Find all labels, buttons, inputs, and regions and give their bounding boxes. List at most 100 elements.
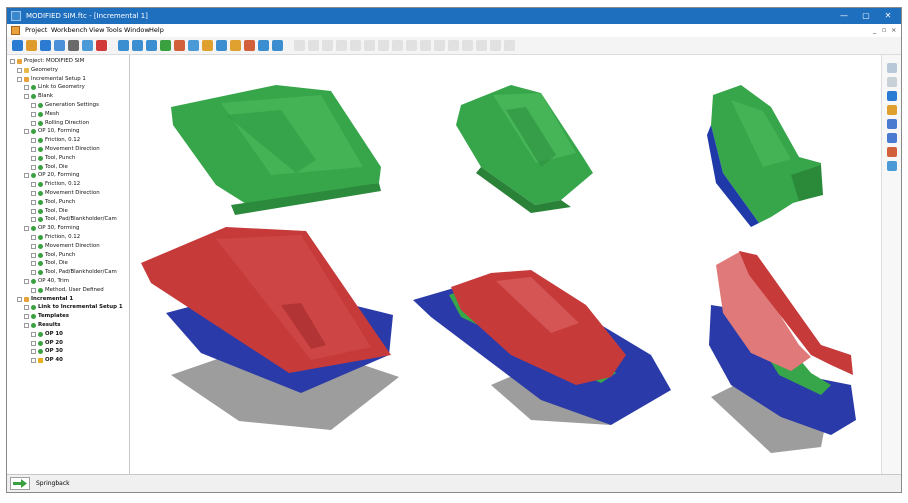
disabled-tool-icon[interactable] <box>490 40 501 51</box>
tree-expander-icon[interactable] <box>31 331 36 337</box>
menu-tools[interactable]: Tools <box>106 24 122 37</box>
tree-expander-icon[interactable] <box>31 111 36 117</box>
tree-expander-icon[interactable] <box>24 323 29 328</box>
axes-icon[interactable] <box>887 119 897 129</box>
tree-expander-icon[interactable] <box>17 76 22 82</box>
tree-expander-icon[interactable] <box>31 103 36 108</box>
help-icon[interactable] <box>96 40 107 51</box>
tree-expander-icon[interactable] <box>31 349 36 355</box>
disabled-tool-icon[interactable] <box>406 40 417 51</box>
status-dot-icon <box>38 252 43 258</box>
tree-expander-icon[interactable] <box>24 314 29 320</box>
maximize-button[interactable]: ▢ <box>855 8 877 24</box>
filter-icon[interactable] <box>272 40 283 51</box>
tree-expander-icon[interactable] <box>31 340 36 346</box>
disabled-tool-icon[interactable] <box>462 40 473 51</box>
tree-item-label: Movement Direction <box>45 242 100 249</box>
tree-expander-icon[interactable] <box>31 358 36 364</box>
disabled-tool-icon[interactable] <box>364 40 375 51</box>
tree-expander-icon[interactable] <box>31 252 36 258</box>
measure-icon[interactable] <box>230 40 241 51</box>
tree-expander-icon[interactable] <box>24 279 29 284</box>
tree-expander-icon[interactable] <box>31 199 36 205</box>
close-button[interactable]: ✕ <box>877 8 899 24</box>
tree-expander-icon[interactable] <box>24 305 29 311</box>
axes-alt-icon[interactable] <box>887 133 897 143</box>
tree-expander-icon[interactable] <box>17 67 22 73</box>
zoom-icon[interactable] <box>132 40 143 51</box>
zoom-box-icon[interactable] <box>146 40 157 51</box>
tree-expander-icon[interactable] <box>17 296 22 302</box>
disabled-tool-icon[interactable] <box>392 40 403 51</box>
fit-view-icon[interactable] <box>118 40 129 51</box>
cut-plane-icon[interactable] <box>188 40 199 51</box>
tree-expander-icon[interactable] <box>10 59 15 64</box>
rotate-icon[interactable] <box>160 40 171 51</box>
status-dot-icon <box>38 199 43 205</box>
compare-icon[interactable] <box>887 147 897 157</box>
search-icon[interactable] <box>258 40 269 51</box>
tree-expander-icon[interactable] <box>31 164 36 170</box>
tree-expander-icon[interactable] <box>24 94 29 100</box>
gauge-icon[interactable] <box>887 105 897 115</box>
export-icon[interactable] <box>887 161 897 171</box>
tree-expander-icon[interactable] <box>31 287 36 293</box>
tree-expander-icon[interactable] <box>24 85 29 91</box>
disabled-tool-icon[interactable] <box>448 40 459 51</box>
disabled-tool-icon[interactable] <box>378 40 389 51</box>
report-icon[interactable] <box>82 40 93 51</box>
disabled-tool-icon[interactable] <box>434 40 445 51</box>
layers-icon[interactable] <box>202 40 213 51</box>
tree-expander-icon[interactable] <box>31 182 36 188</box>
menu-view[interactable]: View <box>89 24 104 37</box>
camera-icon[interactable] <box>54 40 65 51</box>
child-restore-button[interactable]: ▫ <box>882 24 886 37</box>
viewport-3d[interactable] <box>131 55 881 474</box>
menu-workbench[interactable]: Workbench <box>51 24 87 37</box>
menu-project[interactable]: Project <box>25 24 47 37</box>
tree-expander-icon[interactable] <box>31 235 36 240</box>
save-icon[interactable] <box>40 40 51 51</box>
tree-expander-icon[interactable] <box>31 261 36 267</box>
tree-expander-icon[interactable] <box>31 191 36 196</box>
disabled-tool-icon[interactable] <box>308 40 319 51</box>
disabled-tool-icon[interactable] <box>504 40 515 51</box>
document-icon <box>11 26 20 35</box>
disabled-tool-icon[interactable] <box>294 40 305 51</box>
arrow-right-icon <box>13 479 27 488</box>
tree-expander-icon[interactable] <box>31 120 36 126</box>
menu-window[interactable]: Window <box>124 24 150 37</box>
new-icon[interactable] <box>12 40 23 51</box>
gear-icon[interactable] <box>887 63 897 73</box>
disabled-tool-icon[interactable] <box>350 40 361 51</box>
tree-expander-icon[interactable] <box>24 129 29 135</box>
tree-expander-icon[interactable] <box>24 173 29 179</box>
child-close-button[interactable]: × <box>891 24 896 37</box>
tree-expander-icon[interactable] <box>31 155 36 161</box>
tree-expander-icon[interactable] <box>31 208 36 214</box>
tree-expander-icon[interactable] <box>31 217 36 223</box>
springback-button[interactable] <box>10 477 30 490</box>
tree-item-label: Friction, 0.12 <box>45 181 81 188</box>
save-icon[interactable] <box>887 91 897 101</box>
status-dot-icon <box>38 138 43 144</box>
tree-expander-icon[interactable] <box>31 270 36 276</box>
minimize-button[interactable]: — <box>833 8 855 24</box>
tree-item-label: OP 30 <box>45 348 63 355</box>
sigma-icon[interactable] <box>887 77 897 87</box>
disabled-tool-icon[interactable] <box>322 40 333 51</box>
disabled-tool-icon[interactable] <box>476 40 487 51</box>
child-minimize-button[interactable]: _ <box>873 24 876 37</box>
tree-expander-icon[interactable] <box>31 138 36 144</box>
menu-help[interactable]: Help <box>149 24 164 37</box>
settings-icon[interactable] <box>68 40 79 51</box>
tree-expander-icon[interactable] <box>31 243 36 249</box>
cylinder-icon[interactable] <box>216 40 227 51</box>
ruler-icon[interactable] <box>244 40 255 51</box>
disabled-tool-icon[interactable] <box>420 40 431 51</box>
disabled-tool-icon[interactable] <box>336 40 347 51</box>
tree-expander-icon[interactable] <box>31 147 36 152</box>
pan-icon[interactable] <box>174 40 185 51</box>
open-icon[interactable] <box>26 40 37 51</box>
tree-expander-icon[interactable] <box>24 226 29 232</box>
